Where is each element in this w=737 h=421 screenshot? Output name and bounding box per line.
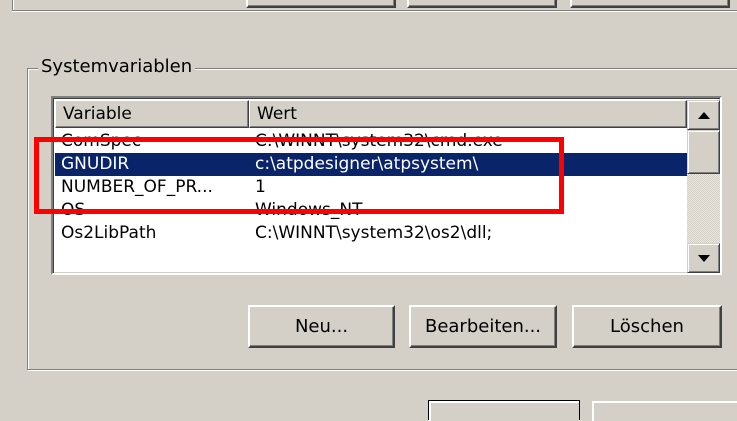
scroll-up-arrow-icon xyxy=(697,111,710,119)
scroll-up-button[interactable] xyxy=(687,100,720,130)
top-section-frame xyxy=(0,0,737,14)
top-button-2[interactable] xyxy=(407,0,557,8)
column-header-variable[interactable]: Variable xyxy=(55,100,249,128)
bottom-ok-button-inner xyxy=(429,401,579,421)
bottom-ok-button-focus[interactable] xyxy=(428,400,580,421)
delete-button[interactable]: Löschen xyxy=(572,305,722,348)
annotation-highlight-box xyxy=(34,137,564,214)
column-header-value[interactable]: Wert xyxy=(249,100,687,128)
top-button-3[interactable] xyxy=(570,0,730,8)
scroll-thumb[interactable] xyxy=(687,130,720,174)
system-variables-group-title: Systemvariablen xyxy=(38,56,196,78)
column-header-value-label: Wert xyxy=(257,104,297,124)
list-item[interactable]: Os2LibPath C:\WINNT\system32\os2\dll; xyxy=(55,222,687,245)
variable-value: C:\WINNT\system32\os2\dll; xyxy=(255,223,493,243)
bottom-cancel-button[interactable] xyxy=(592,401,737,421)
delete-button-label: Löschen xyxy=(610,316,684,337)
edit-button[interactable]: Bearbeiten... xyxy=(409,305,557,348)
new-button-label: Neu... xyxy=(294,316,349,337)
variable-name: Os2LibPath xyxy=(61,223,157,243)
top-button-1[interactable] xyxy=(246,0,396,8)
new-button[interactable]: Neu... xyxy=(248,305,395,348)
scroll-down-button[interactable] xyxy=(687,243,720,273)
edit-button-label: Bearbeiten... xyxy=(424,316,542,337)
vertical-scrollbar[interactable] xyxy=(687,100,720,273)
top-group-bottom-edge xyxy=(12,10,737,12)
scroll-down-arrow-icon xyxy=(697,254,710,262)
column-header-variable-label: Variable xyxy=(63,104,132,124)
